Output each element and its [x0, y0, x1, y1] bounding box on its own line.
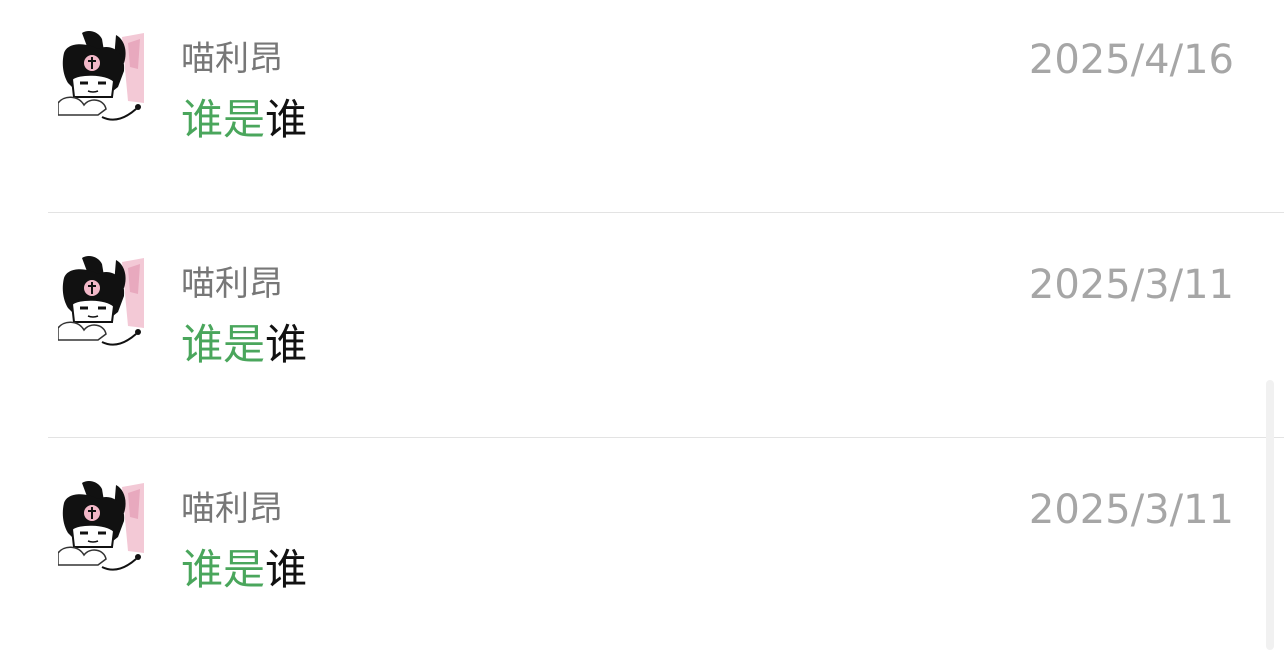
avatar-image [58, 256, 144, 346]
search-highlight: 谁是 [181, 95, 266, 144]
sender-name: 喵利昂 [181, 39, 283, 79]
list-item[interactable]: 喵利昂 2025/3/11 谁是谁 [0, 437, 1284, 650]
message-preview: 谁是谁 [181, 545, 307, 595]
list-item[interactable]: 喵利昂 2025/3/11 谁是谁 [0, 212, 1284, 437]
list-item[interactable]: 喵利昂 2025/4/16 谁是谁 [0, 0, 1284, 212]
sender-name: 喵利昂 [181, 489, 283, 529]
message-date: 2025/4/16 [1028, 37, 1234, 83]
message-text: 谁 [265, 545, 308, 594]
message-date: 2025/3/11 [1028, 487, 1234, 533]
search-highlight: 谁是 [181, 545, 266, 594]
avatar[interactable] [58, 479, 144, 577]
scrollbar[interactable] [1266, 380, 1274, 650]
sender-name: 喵利昂 [181, 264, 283, 304]
avatar[interactable] [58, 254, 144, 352]
message-text: 谁 [265, 95, 308, 144]
message-search-results: 喵利昂 2025/4/16 谁是谁 喵利昂 2025/3/11 谁是谁 喵利昂 … [0, 0, 1284, 650]
message-date: 2025/3/11 [1028, 262, 1234, 308]
message-text: 谁 [265, 320, 308, 369]
avatar-image [58, 31, 144, 121]
avatar[interactable] [58, 29, 144, 127]
message-preview: 谁是谁 [181, 95, 307, 145]
message-preview: 谁是谁 [181, 320, 307, 370]
avatar-image [58, 481, 144, 571]
search-highlight: 谁是 [181, 320, 266, 369]
